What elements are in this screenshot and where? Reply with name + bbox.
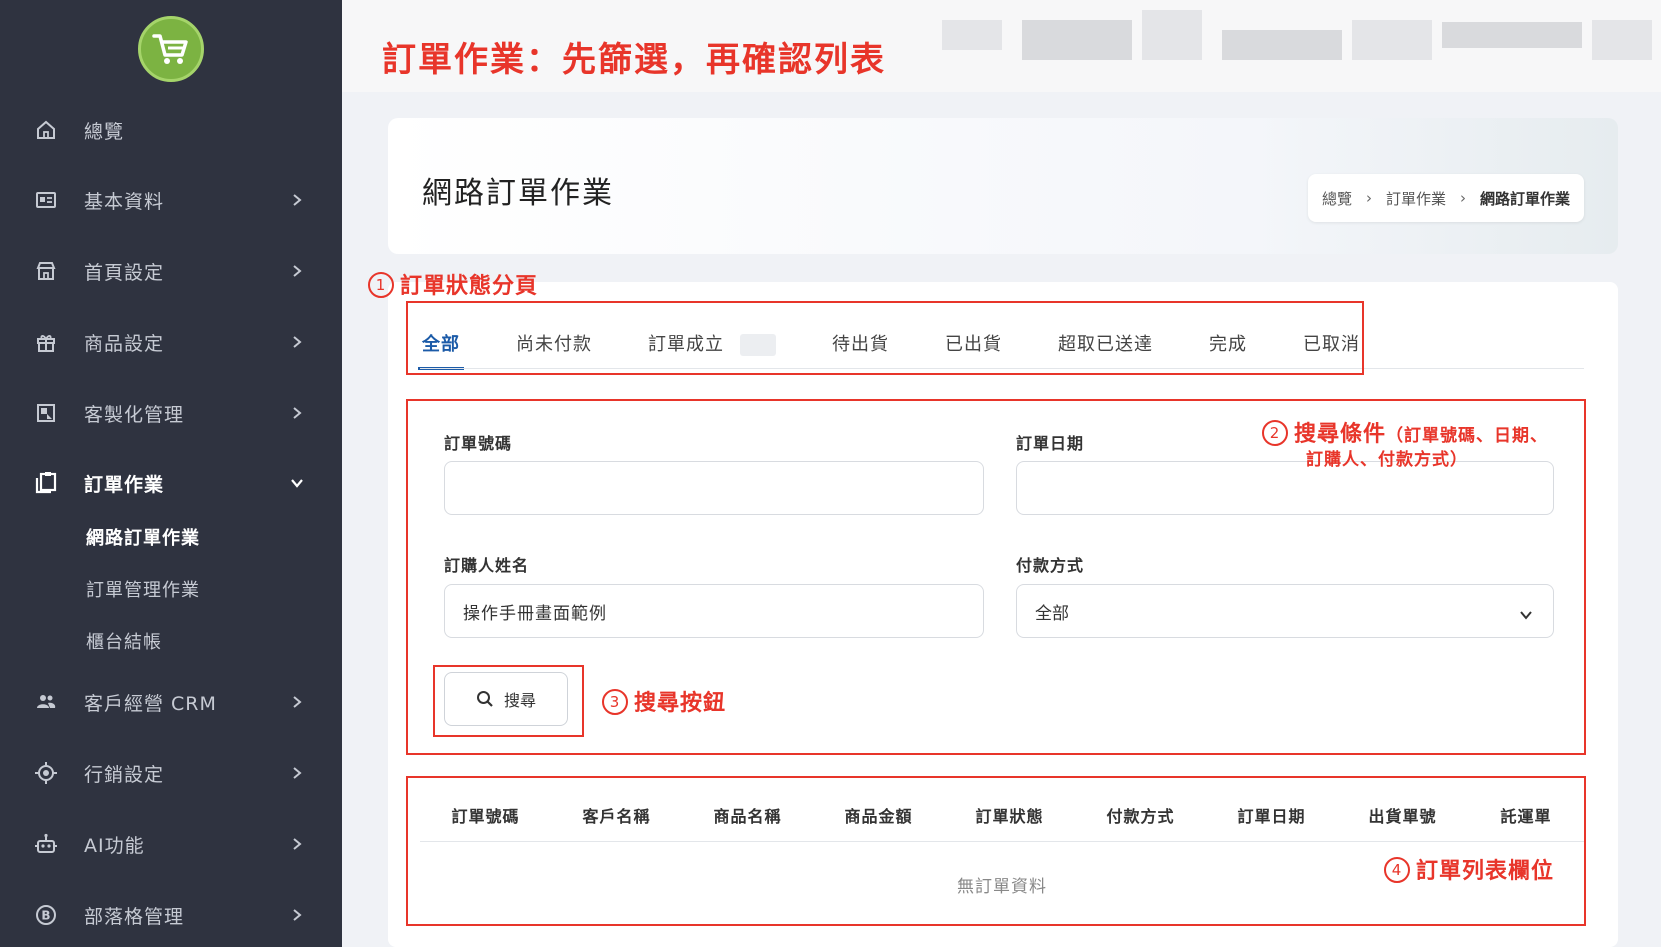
- breadcrumb-item-overview[interactable]: 總覽: [1322, 188, 1352, 209]
- target-icon: [34, 761, 58, 785]
- annotation-box-table: [406, 776, 1586, 926]
- blurred-region: [1352, 20, 1432, 60]
- sidebar-item-label: 訂單作業: [84, 473, 165, 496]
- annotation-number: 4: [1384, 857, 1410, 883]
- sidebar-item-customization[interactable]: 客製化管理: [0, 391, 342, 435]
- blurred-region: [1142, 10, 1202, 60]
- annotation-3: 3 搜尋按鈕: [602, 685, 726, 717]
- blog-icon: B: [34, 903, 58, 927]
- breadcrumb-item-current: 網路訂單作業: [1479, 189, 1570, 208]
- blurred-region: [1442, 22, 1582, 48]
- annotation-detail: （訂單號碼、日期、: [1386, 426, 1549, 446]
- annotation-text: 訂單狀態分頁: [400, 274, 539, 299]
- annotation-2: 2 搜尋條件（訂單號碼、日期、: [1262, 416, 1548, 448]
- sidebar-item-orders[interactable]: 訂單作業: [0, 461, 342, 505]
- annotation-4: 4 訂單列表欄位: [1384, 853, 1554, 885]
- sidebar-item-label: 商品設定: [84, 332, 165, 355]
- chevron-right-icon: [290, 264, 304, 278]
- annotation-title: 訂單作業：先篩選，再確認列表: [382, 40, 886, 80]
- chevron-right-icon: [290, 908, 304, 922]
- chevron-down-icon: [290, 476, 304, 490]
- breadcrumb: 總覽 › 訂單作業 › 網路訂單作業: [1307, 174, 1584, 222]
- clipboard-icon: [34, 471, 58, 495]
- chevron-right-icon: [290, 695, 304, 709]
- cart-icon: [152, 34, 188, 64]
- svg-text:B: B: [41, 909, 50, 923]
- sidebar-subitem-order-management[interactable]: 訂單管理作業: [86, 576, 200, 602]
- sidebar-item-label: AI功能: [84, 834, 145, 857]
- chevron-right-icon: ›: [1459, 189, 1466, 207]
- sidebar-item-product-settings[interactable]: 商品設定: [0, 320, 342, 364]
- chevron-right-icon: [290, 406, 304, 420]
- sidebar-subitem-online-orders[interactable]: 網路訂單作業: [86, 524, 200, 550]
- sidebar-item-label: 基本資料: [84, 190, 165, 213]
- robot-icon: [34, 832, 58, 856]
- sidebar-item-label: 總覽: [84, 120, 125, 143]
- sidebar: 總覽 基本資料 首頁設定 商品設定 客製化管理 訂單作業 網路訂單作業 訂單管理…: [0, 0, 342, 947]
- annotation-number: 2: [1262, 420, 1288, 446]
- annotation-text: 訂單列表欄位: [1416, 859, 1555, 884]
- annotation-2-detail: 訂購人、付款方式）: [1306, 450, 1468, 470]
- annotation-number: 1: [368, 272, 394, 298]
- chevron-right-icon: [290, 335, 304, 349]
- sidebar-item-basic-info[interactable]: 基本資料: [0, 178, 342, 222]
- annotation-box-tabs: [406, 301, 1364, 375]
- store-icon: [34, 259, 58, 283]
- chevron-right-icon: [290, 193, 304, 207]
- sidebar-item-label: 客製化管理: [84, 403, 185, 426]
- sidebar-item-label: 部落格管理: [84, 905, 185, 928]
- sidebar-item-overview[interactable]: 總覽: [0, 108, 342, 152]
- home-icon: [34, 118, 58, 142]
- annotation-text: 搜尋按鈕: [634, 691, 727, 716]
- annotation-1: 1 訂單狀態分頁: [368, 268, 538, 300]
- sidebar-item-label: 首頁設定: [84, 261, 165, 284]
- chevron-right-icon: [290, 766, 304, 780]
- sidebar-subitem-counter-checkout[interactable]: 櫃台結帳: [86, 628, 162, 654]
- sidebar-item-marketing[interactable]: 行銷設定: [0, 751, 342, 795]
- sidebar-item-ai[interactable]: AI功能: [0, 822, 342, 866]
- annotation-number: 3: [602, 689, 628, 715]
- page-title: 網路訂單作業: [422, 176, 614, 211]
- blurred-region: [1222, 30, 1342, 60]
- customize-icon: [34, 401, 58, 425]
- annotation-box-button: [433, 665, 584, 737]
- blurred-region: [1022, 20, 1132, 60]
- breadcrumb-item-orders[interactable]: 訂單作業: [1386, 188, 1446, 209]
- chevron-right-icon: [290, 837, 304, 851]
- sidebar-item-blog[interactable]: B 部落格管理: [0, 893, 342, 937]
- sidebar-item-homepage-settings[interactable]: 首頁設定: [0, 249, 342, 293]
- sidebar-item-label: 行銷設定: [84, 763, 165, 786]
- blurred-region: [942, 20, 1002, 50]
- users-icon: [34, 690, 58, 714]
- shop-logo[interactable]: [138, 16, 204, 82]
- gift-icon: [34, 330, 58, 354]
- chevron-right-icon: ›: [1365, 189, 1372, 207]
- sidebar-item-crm[interactable]: 客戶經營 CRM: [0, 680, 342, 724]
- page-header: 網路訂單作業 總覽 › 訂單作業 › 網路訂單作業: [388, 118, 1618, 254]
- id-card-icon: [34, 188, 58, 212]
- sidebar-item-label: 客戶經營 CRM: [84, 692, 217, 715]
- annotation-text: 搜尋條件: [1294, 422, 1387, 447]
- blurred-region: [1592, 20, 1652, 60]
